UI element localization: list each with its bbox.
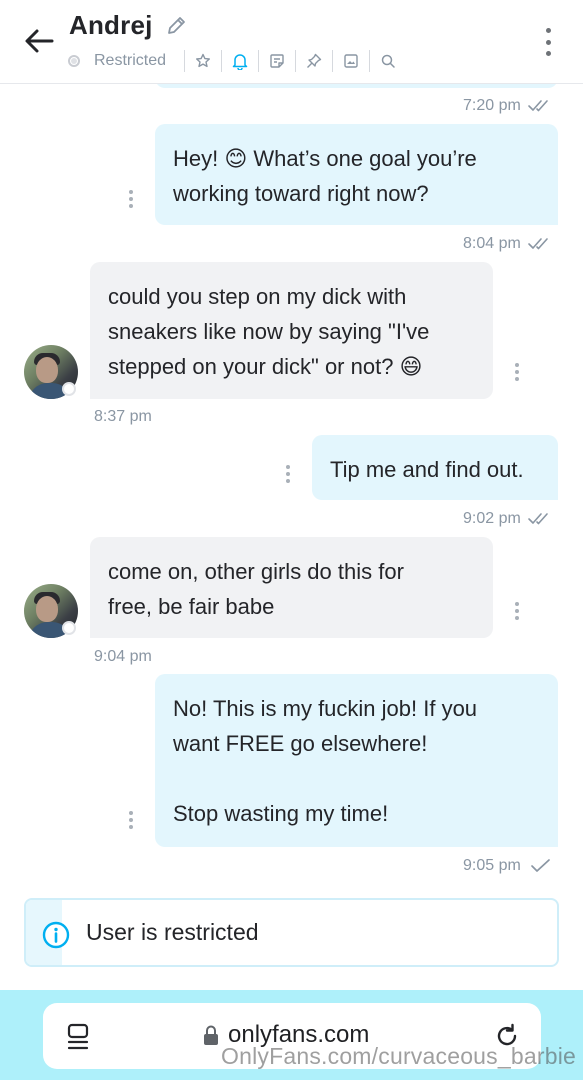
divider — [332, 50, 334, 72]
pin-icon[interactable] — [305, 52, 323, 70]
divider — [221, 50, 223, 72]
message-bubble-outgoing[interactable]: No! This is my fuckin job! If you want F… — [155, 674, 558, 847]
message-options-icon[interactable] — [285, 465, 291, 483]
message-bubble-incoming[interactable]: could you step on my dick with sneakers … — [90, 262, 493, 399]
message-time: 9:05 pm — [463, 857, 553, 875]
message-text: No! This is my fuckin job! If you want F… — [173, 696, 478, 826]
divider — [369, 50, 371, 72]
media-icon[interactable] — [342, 52, 360, 70]
status-indicator — [68, 55, 80, 67]
message-time: 8:04 pm — [463, 235, 553, 253]
avatar-status-indicator — [62, 382, 76, 396]
message-options-icon[interactable] — [514, 363, 520, 381]
message-text: Tip me and find out. — [330, 457, 524, 482]
more-options-icon[interactable] — [543, 28, 553, 56]
tabs-icon[interactable] — [67, 1023, 91, 1051]
message-time: 9:02 pm — [463, 510, 553, 528]
message-time: 7:20 pm — [463, 97, 553, 115]
message-options-icon[interactable] — [514, 602, 520, 620]
contact-name[interactable]: Andrej — [69, 10, 153, 41]
message-bubble-outgoing[interactable]: Hey! 😊 What’s one goal you’re working to… — [155, 124, 558, 225]
message-time: 8:37 pm — [94, 408, 152, 425]
notice-text: User is restricted — [86, 919, 259, 945]
info-icon — [42, 921, 70, 949]
message-bubble-incoming[interactable]: come on, other girls do this for free, b… — [90, 537, 493, 638]
message-options-icon[interactable] — [128, 190, 134, 208]
double-check-icon — [528, 100, 548, 112]
divider — [258, 50, 260, 72]
message-bubble-outgoing[interactable]: Tip me and find out. — [312, 435, 558, 500]
double-check-icon — [528, 513, 548, 525]
message-text: Hey! 😊 What’s one goal you’re working to… — [173, 146, 477, 206]
status-label: Restricted — [94, 52, 167, 69]
search-icon[interactable] — [379, 52, 397, 70]
contact-name-row: Andrej — [69, 10, 187, 41]
divider — [295, 50, 297, 72]
double-check-icon — [528, 238, 548, 250]
avatar-status-indicator — [62, 621, 76, 635]
single-check-icon — [530, 859, 550, 872]
watermark: OnlyFans.com/curvaceous_barbie — [221, 1043, 576, 1069]
message-time: 9:04 pm — [94, 648, 152, 665]
message-text: could you step on my dick with sneakers … — [108, 284, 430, 379]
note-icon[interactable] — [268, 52, 286, 70]
bell-icon[interactable] — [231, 52, 249, 70]
pencil-edit-icon[interactable] — [165, 15, 187, 37]
lock-icon — [204, 1025, 218, 1045]
star-icon[interactable] — [194, 52, 212, 70]
chat-header: Andrej Restricted — [0, 0, 583, 84]
chat-tools-row: Restricted — [68, 49, 397, 73]
restricted-notice: User is restricted — [24, 898, 559, 967]
divider — [184, 50, 186, 72]
back-arrow-icon[interactable] — [22, 26, 56, 56]
message-text: come on, other girls do this for free, b… — [108, 559, 404, 619]
message-options-icon[interactable] — [128, 811, 134, 829]
